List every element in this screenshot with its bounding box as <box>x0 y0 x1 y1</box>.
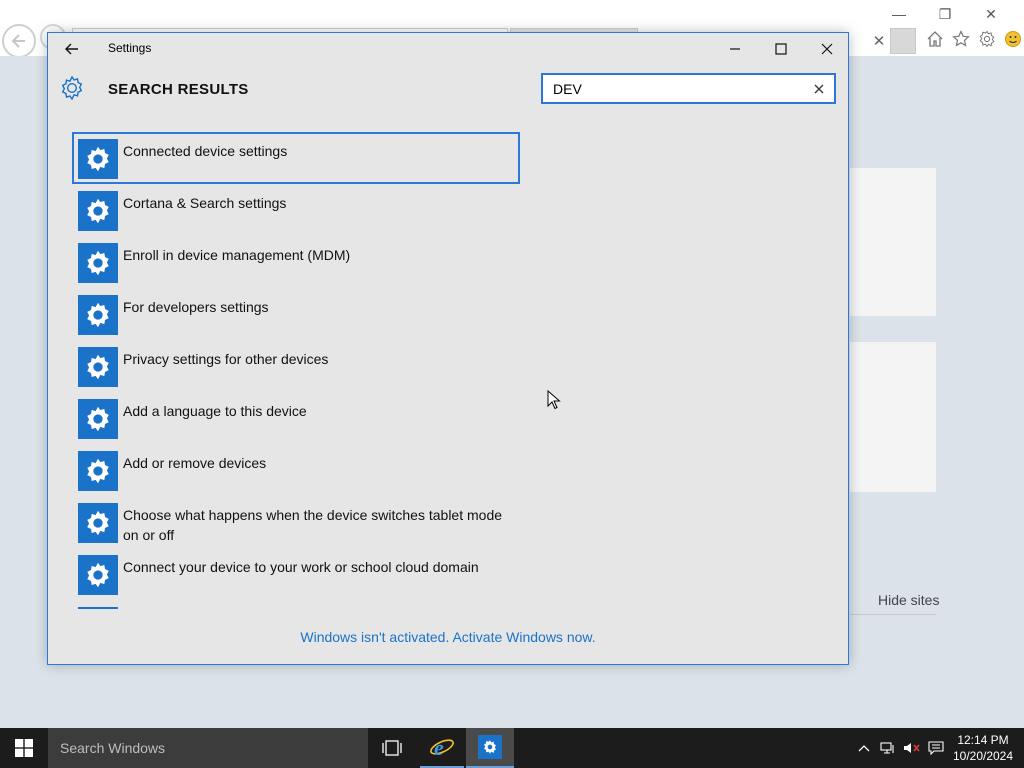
action-center-icon[interactable] <box>924 728 948 768</box>
search-result-item[interactable]: Add a language to this device <box>72 392 520 444</box>
gear-icon <box>87 354 109 380</box>
site-tile[interactable] <box>850 168 936 316</box>
gear-icon <box>87 510 109 536</box>
search-result-label: Connected device settings <box>123 143 288 159</box>
volume-muted-icon[interactable] <box>900 728 924 768</box>
gear-icon <box>61 75 83 101</box>
settings-gear-icon <box>78 555 118 595</box>
task-view-button[interactable] <box>370 728 414 768</box>
gear-icon <box>484 740 496 754</box>
settings-gear-icon <box>78 347 118 387</box>
mouse-cursor-icon <box>547 390 561 410</box>
page-title: SEARCH RESULTS <box>108 81 249 98</box>
gear-icon <box>87 198 109 224</box>
taskbar-internet-explorer[interactable]: e <box>420 728 464 768</box>
gear-icon <box>87 302 109 328</box>
taskbar-search-placeholder: Search Windows <box>60 740 166 756</box>
browser-window-controls: — ❐ ✕ <box>876 4 1014 24</box>
gear-icon <box>87 562 109 588</box>
search-result-label: Privacy settings for other devices <box>123 351 329 367</box>
home-icon[interactable] <box>924 28 946 50</box>
search-result-label: Add or remove devices <box>123 455 267 471</box>
internet-explorer-icon: e <box>430 735 454 760</box>
hide-sites-link[interactable]: Hide sites <box>878 592 939 608</box>
gear-icon <box>87 406 109 432</box>
search-box[interactable] <box>541 73 836 104</box>
search-result-label: Choose what happens when the device swit… <box>123 507 503 543</box>
window-title: Settings <box>108 41 152 55</box>
taskbar: Search Windows e 12:14 PM 10/20/2024 <box>0 728 1024 768</box>
smiley-icon[interactable] <box>1002 28 1024 50</box>
settings-gear-icon <box>78 607 118 609</box>
restore-icon[interactable]: ❐ <box>922 4 968 24</box>
search-results-list: Connected device settings Cortana & Searc… <box>72 132 522 609</box>
settings-gear-icon <box>78 399 118 439</box>
close-icon[interactable]: ✕ <box>968 4 1014 24</box>
search-result-item[interactable]: Choose what happens when the device swit… <box>72 496 520 548</box>
taskbar-settings[interactable] <box>466 728 514 768</box>
browser-toolbar-icons <box>924 28 1024 50</box>
windows-logo-icon <box>15 739 33 757</box>
star-icon[interactable] <box>950 28 972 50</box>
back-button[interactable] <box>58 37 86 61</box>
settings-gear-icon <box>78 451 118 491</box>
settings-gear-icon <box>78 243 118 283</box>
browser-back-button[interactable] <box>2 24 36 58</box>
system-tray <box>852 728 948 768</box>
start-button[interactable] <box>0 728 48 768</box>
search-result-label: For developers settings <box>123 299 269 315</box>
clock-time: 12:14 PM <box>957 733 1009 747</box>
maximize-button[interactable] <box>758 33 804 65</box>
settings-gear-icon <box>78 191 118 231</box>
taskbar-search-box[interactable]: Search Windows <box>48 728 368 768</box>
search-result-label: Add a language to this device <box>123 403 307 419</box>
activate-windows-link[interactable]: Windows isn't activated. Activate Window… <box>48 629 848 645</box>
minimize-icon <box>730 48 740 50</box>
search-result-label: Enroll in device management (MDM) <box>123 247 351 263</box>
arrow-left-icon <box>65 43 78 55</box>
browser-new-tab-button[interactable] <box>890 28 916 54</box>
search-result-item[interactable]: Cortana & Search settings <box>72 184 520 236</box>
settings-titlebar[interactable]: Settings <box>48 33 848 65</box>
search-input[interactable] <box>543 75 803 102</box>
gear-icon[interactable] <box>976 28 998 50</box>
clock-date: 10/20/2024 <box>952 749 1014 763</box>
clear-search-button[interactable] <box>810 80 828 98</box>
search-result-label: Cortana & Search settings <box>123 195 287 211</box>
minimize-icon[interactable]: — <box>876 4 922 24</box>
settings-gear-icon <box>78 503 118 543</box>
search-result-item[interactable]: Add or remove devices <box>72 444 520 496</box>
search-result-item[interactable]: For developers settings <box>72 288 520 340</box>
search-result-item-partial[interactable] <box>72 600 520 609</box>
divider <box>850 614 936 615</box>
settings-window: Settings SEARCH RESULTS Connected device… <box>47 32 849 665</box>
arrow-left-icon <box>11 34 25 48</box>
close-icon <box>814 84 824 94</box>
gear-icon <box>87 250 109 276</box>
clock[interactable]: 12:14 PM 10/20/2024 <box>950 732 1016 764</box>
gear-icon <box>87 458 109 484</box>
search-result-item[interactable]: Privacy settings for other devices <box>72 340 520 392</box>
search-result-label: Connect your device to your work or scho… <box>123 559 479 575</box>
settings-gear-icon <box>78 295 118 335</box>
gear-icon <box>87 146 109 172</box>
svg-text:e: e <box>434 735 444 760</box>
maximize-icon <box>775 43 787 55</box>
network-icon[interactable] <box>876 728 900 768</box>
site-tile[interactable] <box>850 342 936 492</box>
search-result-item[interactable]: Connect your device to your work or scho… <box>72 548 520 600</box>
browser-tab-close-icon[interactable]: ✕ <box>868 30 890 52</box>
minimize-button[interactable] <box>712 33 758 65</box>
settings-gear-icon <box>78 139 118 179</box>
close-icon <box>821 43 833 55</box>
close-button[interactable] <box>804 33 848 65</box>
search-result-item[interactable]: Enroll in device management (MDM) <box>72 236 520 288</box>
search-result-item[interactable]: Connected device settings <box>72 132 520 184</box>
chevron-up-icon[interactable] <box>852 728 876 768</box>
task-view-icon <box>382 740 402 756</box>
